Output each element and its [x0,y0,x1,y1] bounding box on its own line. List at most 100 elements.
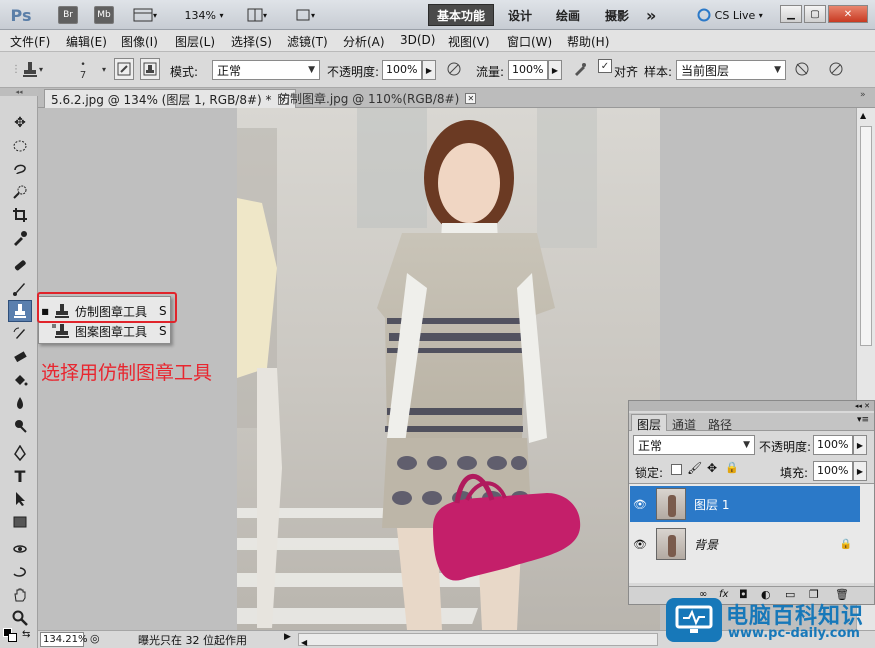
3d-rotate-tool-icon[interactable] [8,538,32,560]
clone-source-toggle[interactable] [140,58,160,80]
move-tool-icon[interactable]: ✥ [8,112,32,134]
crop-tool-icon[interactable] [8,204,32,226]
color-swatches[interactable] [3,628,17,642]
status-menu-arrow-icon[interactable]: ▶ [284,632,291,642]
tab-channels[interactable]: 通道 [667,415,701,434]
bridge-button[interactable]: Br [58,6,78,24]
3d-orbit-tool-icon[interactable] [8,561,32,583]
visibility-eye-icon[interactable]: 👁 [630,498,650,511]
opacity-input[interactable]: 100% [382,60,422,80]
workspace-essentials[interactable]: 基本功能 [428,4,495,26]
brush-picker-arrow[interactable]: ▾ [94,58,114,80]
tabs-overflow-icon[interactable]: » [860,90,866,100]
document-image[interactable] [237,108,660,630]
blend-mode-select[interactable]: 正常 ▼ [633,435,755,455]
panel-menu-icon[interactable]: ▾≡ [857,415,869,425]
background-color-swatch[interactable] [8,633,17,642]
workspace-painting[interactable]: 绘画 [548,4,588,26]
layer-row[interactable]: 👁 背景 🔒 [630,526,860,562]
eraser-tool-icon[interactable] [8,346,32,368]
toolbox-collapse-icon[interactable]: ◂◂ [0,88,38,96]
menu-window[interactable]: 窗口(W) [507,33,552,50]
rectangle-tool-icon[interactable] [8,511,32,533]
layer-opacity-slider-button[interactable]: ▶ [853,435,867,455]
align-label: 对齐 [614,65,639,79]
fill-slider-button[interactable]: ▶ [853,461,867,481]
status-zoom-input[interactable]: 134.21% [40,632,88,647]
arrange-documents-button[interactable]: ▾ [240,6,274,24]
layer-opacity-input[interactable]: 100% [813,435,853,455]
airbrush-toggle[interactable] [570,58,590,80]
tab-layers[interactable]: 图层 [631,414,668,432]
quick-selection-tool-icon[interactable] [8,181,32,203]
pen-tool-icon[interactable] [8,442,32,464]
ignore-adjustment-layers-toggle[interactable] [792,58,812,80]
flyout-item-pattern-stamp[interactable]: 图案图章工具 S [39,321,170,341]
maximize-button[interactable]: ▢ [804,5,826,23]
brush-tool-icon[interactable] [8,277,32,299]
scroll-thumb[interactable] [860,126,872,346]
menu-filter[interactable]: 滤镜(T) [287,33,328,50]
menu-help[interactable]: 帮助(H) [567,33,609,50]
view-extras-button[interactable]: ▾ [128,6,162,24]
menu-analysis[interactable]: 分析(A) [343,33,385,50]
lock-transparency-icon[interactable] [671,464,682,475]
lasso-tool-icon[interactable] [8,158,32,180]
flow-slider-button[interactable]: ▶ [548,60,562,80]
close-tab-icon[interactable]: ✕ [465,93,477,104]
marquee-tool-icon[interactable] [8,135,32,157]
tool-preset-picker[interactable]: ▾ [16,58,48,80]
path-selection-tool-icon[interactable] [8,488,32,510]
lock-pixels-icon[interactable]: 🖌 [687,461,702,475]
dodge-tool-icon[interactable] [8,415,32,437]
pressure-size-toggle[interactable] [826,58,846,80]
brush-picker[interactable]: • 7 [70,54,96,86]
workspace-photography[interactable]: 摄影 [597,4,637,26]
blur-tool-icon[interactable] [8,392,32,414]
cs-live-button[interactable]: CS Live ▾ [690,6,770,24]
sample-select[interactable]: 当前图层 ▼ [676,60,786,80]
tab-document-2[interactable]: 仿制图章.jpg @ 110%(RGB/8#) ✕ [272,89,482,108]
flow-input[interactable]: 100% [508,60,548,80]
pressure-opacity-toggle[interactable] [444,58,464,80]
clone-stamp-tool-icon[interactable] [8,300,32,322]
hand-tool-icon[interactable] [8,584,32,606]
eyedropper-tool-icon[interactable] [8,227,32,249]
horizontal-scrollbar[interactable]: ◀ [298,633,658,647]
brush-panel-toggle[interactable] [114,58,134,80]
menu-view[interactable]: 视图(V) [448,33,490,50]
mini-bridge-button[interactable]: Mb [94,6,114,24]
lock-all-icon[interactable]: 🔒 [725,461,739,474]
tab-paths[interactable]: 路径 [703,415,737,434]
type-tool-icon[interactable]: T [8,465,32,487]
menu-select[interactable]: 选择(S) [231,33,272,50]
zoom-tool-icon[interactable] [8,607,32,629]
menu-layer[interactable]: 图层(L) [175,33,215,50]
zoom-level-dropdown[interactable]: 134% ▾ [176,6,232,24]
opacity-slider-button[interactable]: ▶ [422,60,436,80]
menu-3d[interactable]: 3D(D) [400,33,435,47]
align-checkbox[interactable]: ✓ [598,59,612,73]
scroll-left-icon[interactable]: ◀ [299,638,307,647]
scroll-up-icon[interactable]: ▲ [860,111,866,120]
visibility-eye-icon[interactable]: 👁 [630,538,650,551]
status-info-icon[interactable]: ◎ [90,632,100,645]
menu-edit[interactable]: 编辑(E) [66,33,107,50]
close-button[interactable]: ✕ [828,5,868,23]
workspace-more-button[interactable]: » [638,4,664,26]
layer-row[interactable]: 👁 图层 1 [630,486,860,522]
lock-position-icon[interactable]: ✥ [707,461,717,475]
mode-select[interactable]: 正常 ▼ [212,60,320,80]
menu-image[interactable]: 图像(I) [121,33,158,50]
fill-input[interactable]: 100% [813,461,853,481]
tab-document-1[interactable]: 5.6.2.jpg @ 134% (图层 1, RGB/8#) * ✕ [44,89,296,108]
screen-mode-button[interactable]: ▾ [288,6,322,24]
workspace-design[interactable]: 设计 [500,4,540,26]
panel-collapse-icon[interactable]: ◂◂ ✕ [629,401,874,411]
healing-brush-tool-icon[interactable] [8,254,32,276]
history-brush-tool-icon[interactable] [8,323,32,345]
swap-colors-icon[interactable]: ⇆ [22,629,30,640]
menu-file[interactable]: 文件(F) [10,33,50,50]
paint-bucket-tool-icon[interactable] [8,369,32,391]
minimize-button[interactable]: ▁ [780,5,802,23]
